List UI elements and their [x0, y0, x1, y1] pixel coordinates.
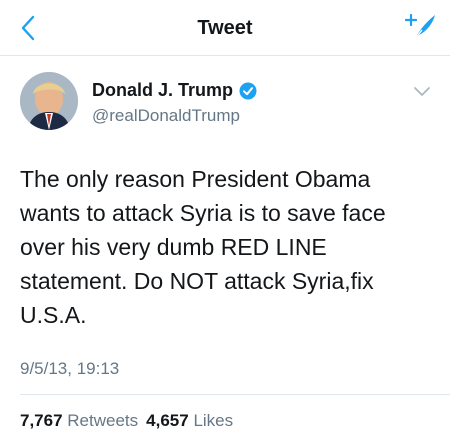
author-name-text: Donald J. Trump — [92, 80, 234, 100]
avatar-portrait — [20, 72, 78, 130]
tweet-stats: 7,767 Retweets 4,657 Likes — [20, 411, 233, 431]
retweets-count: 7,767 — [20, 411, 63, 430]
tweet-text: The only reason President Obama wants to… — [20, 166, 386, 328]
likes-label: Likes — [193, 411, 234, 430]
divider — [20, 394, 450, 395]
avatar[interactable] — [20, 72, 78, 130]
page-title: Tweet — [197, 17, 253, 39]
author-handle[interactable]: @realDonaldTrump — [92, 106, 240, 126]
author-name[interactable]: Donald J. Trump — [92, 80, 257, 101]
compose-tweet-icon — [405, 13, 435, 40]
nav-bar: Tweet — [0, 0, 450, 56]
compose-tweet-button[interactable] — [404, 10, 438, 44]
retweets-label: Retweets — [67, 411, 139, 430]
tweet-timestamp[interactable]: 9/5/13, 19:13 — [20, 359, 119, 379]
likes-count: 4,657 — [146, 411, 189, 430]
likes-stat[interactable]: 4,657 Likes — [146, 411, 233, 431]
retweets-stat[interactable]: 7,767 Retweets — [20, 411, 138, 431]
verified-badge-icon — [239, 82, 257, 99]
chevron-down-icon[interactable] — [412, 84, 432, 100]
